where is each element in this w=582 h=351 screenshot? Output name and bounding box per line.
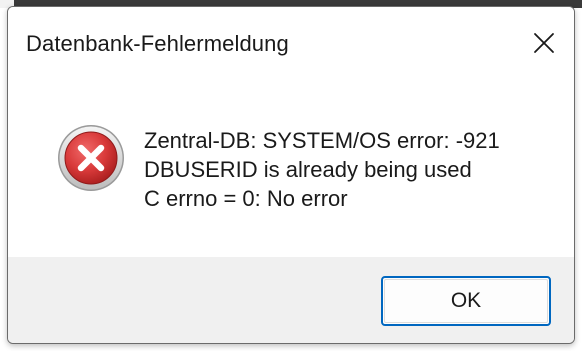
close-button[interactable] xyxy=(514,7,574,79)
message-line: C errno = 0: No error xyxy=(144,186,348,211)
ok-button-label: OK xyxy=(450,289,482,312)
close-icon xyxy=(534,33,554,53)
error-message: Zentral-DB: SYSTEM/OS error: -921 DBUSER… xyxy=(144,126,500,213)
dialog-title: Datenbank-Fehlermeldung xyxy=(26,31,289,56)
title-bar[interactable]: Datenbank-Fehlermeldung xyxy=(8,7,574,79)
ok-button[interactable]: OK xyxy=(381,276,551,326)
error-dialog: Datenbank-Fehlermeldung Zentral-DB: SYST… xyxy=(7,6,575,344)
dialog-footer: OK xyxy=(8,257,574,343)
error-icon xyxy=(58,125,124,191)
dialog-content: Zentral-DB: SYSTEM/OS error: -921 DBUSER… xyxy=(8,79,574,257)
message-line: Zentral-DB: SYSTEM/OS error: -921 xyxy=(144,128,500,153)
message-line: DBUSERID is already being used xyxy=(144,157,472,182)
